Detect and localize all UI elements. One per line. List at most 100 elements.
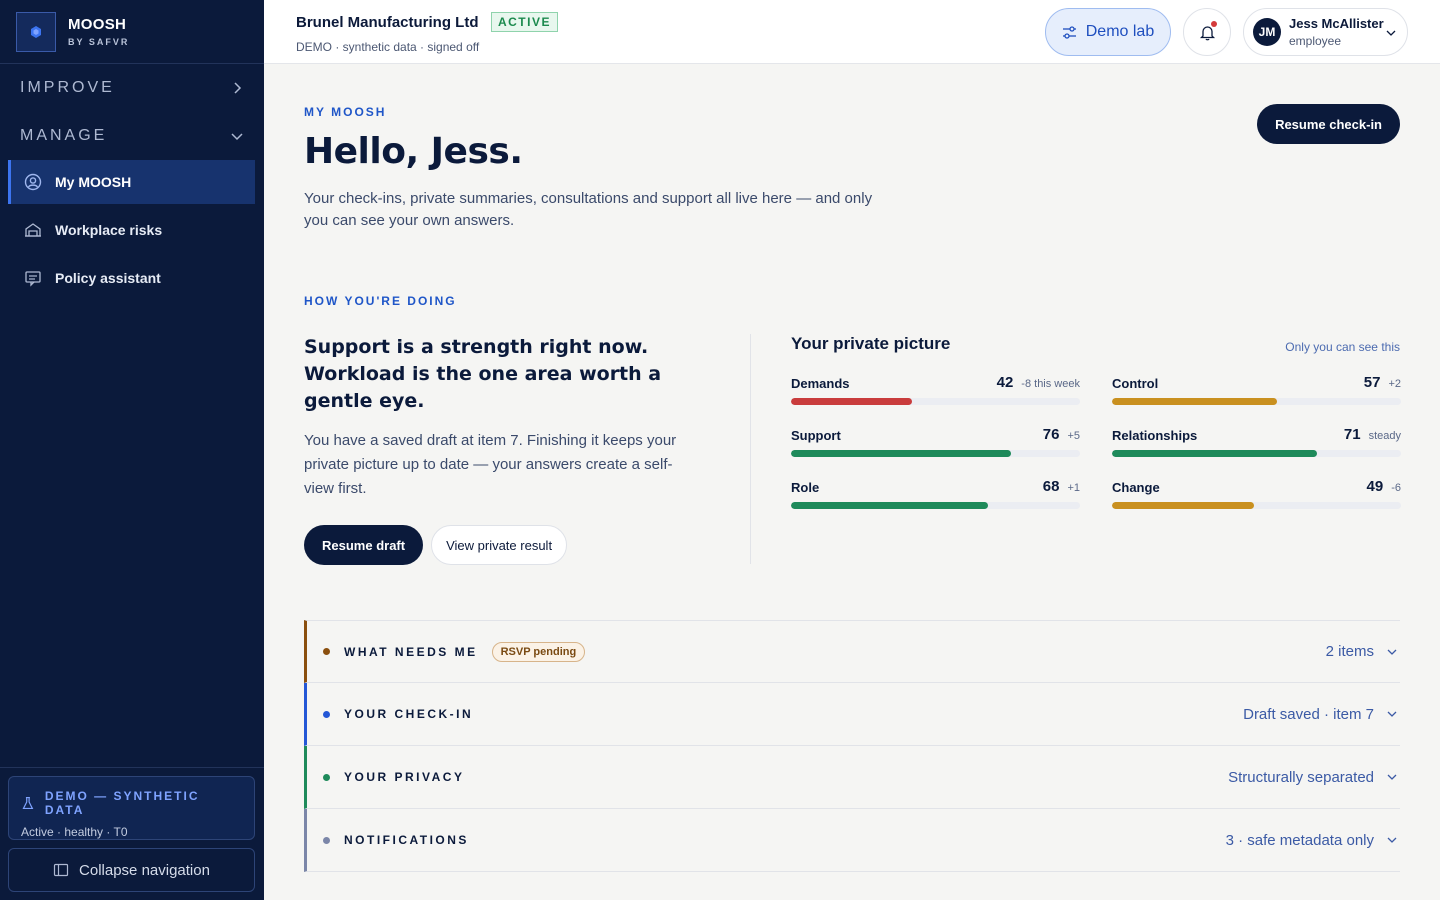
accordion-your-privacy[interactable]: YOUR PRIVACY Structurally separated — [304, 746, 1400, 809]
metric-support: Support 76 +5 — [791, 426, 1080, 458]
metric-score: 68 — [1042, 478, 1060, 495]
main-content: MY MOOSH Hello, Jess. Your check-ins, pr… — [304, 64, 1401, 872]
accordion-title: NOTIFICATIONS — [344, 833, 469, 847]
metric-demands: Demands 42 -8 this week — [791, 374, 1080, 406]
accordion-what-needs-me[interactable]: WHAT NEEDS ME RSVP pending 2 items — [304, 620, 1400, 683]
private-picture-note: Only you can see this — [1285, 340, 1400, 354]
demo-status-box[interactable]: DEMO — SYNTHETIC DATA Active · healthy ·… — [8, 776, 255, 840]
brand[interactable]: MOOSH BY SAFVR — [0, 0, 264, 64]
rsvp-pending-badge: RSVP pending — [491, 641, 586, 662]
metric-bar-fill — [791, 398, 913, 405]
accordion-title: WHAT NEEDS ME — [344, 644, 478, 659]
metric-delta: +5 — [1067, 430, 1080, 442]
view-private-result-button[interactable]: View private result — [431, 525, 568, 565]
chat-icon — [24, 269, 42, 287]
sidebar-footer: DEMO — SYNTHETIC DATA Active · healthy ·… — [0, 767, 264, 900]
metric-bar-track — [791, 398, 1080, 405]
accordion-title: YOUR PRIVACY — [344, 770, 465, 784]
section-eyebrow: HOW YOU'RE DOING — [304, 294, 457, 308]
user-menu[interactable]: JM Jess McAllister employee — [1243, 8, 1408, 56]
demo-lab-label: Demo lab — [1085, 23, 1155, 40]
divider — [750, 334, 751, 564]
metric-score: 57 — [1363, 374, 1381, 391]
accordion-meta: Structurally separated — [1228, 768, 1374, 786]
metric-label: Role — [791, 480, 820, 495]
section-improve[interactable]: IMPROVE — [0, 64, 264, 112]
metric-label: Change — [1112, 480, 1160, 495]
how-youre-doing-section: HOW YOU'RE DOING Support is a strength r… — [304, 294, 1401, 565]
chevron-down-icon — [231, 133, 243, 141]
sliders-icon — [1062, 25, 1076, 39]
user-circle-icon — [24, 173, 42, 191]
section-manage[interactable]: MANAGE — [0, 112, 264, 160]
accordion-meta: Draft saved · item 7 — [1243, 705, 1374, 723]
metric-score: 42 — [996, 374, 1014, 391]
flask-icon — [22, 796, 34, 810]
page-eyebrow: MY MOOSH — [304, 105, 387, 119]
accordion-list: WHAT NEEDS ME RSVP pending 2 items YOUR CHE… — [304, 620, 1400, 872]
metric-bar-fill — [791, 502, 988, 509]
demo-lab-button[interactable]: Demo lab — [1045, 8, 1171, 56]
resume-checkin-button[interactable]: Resume check-in — [1257, 104, 1400, 144]
demo-subtitle: Active · healthy · T0 — [21, 825, 128, 839]
metric-bar-fill — [791, 450, 1011, 457]
chevron-down-icon — [1387, 774, 1397, 780]
brand-name: MOOSH — [68, 16, 127, 33]
section-manage-label: MANAGE — [20, 127, 108, 144]
metric-delta: +1 — [1067, 482, 1080, 494]
org-subtitle: DEMO · synthetic data · signed off — [296, 40, 480, 54]
metric-label: Support — [791, 428, 841, 443]
metric-label: Relationships — [1112, 428, 1198, 443]
sidebar-item-label: Workplace risks — [55, 222, 163, 238]
metric-relationships: Relationships 71 steady — [1112, 426, 1401, 458]
collapse-navigation-button[interactable]: Collapse navigation — [8, 848, 255, 892]
sidebar-item-workplace-risks[interactable]: Workplace risks — [8, 208, 255, 252]
warehouse-icon — [24, 221, 42, 239]
notifications-button[interactable] — [1183, 8, 1231, 56]
page-intro: Your check-ins, private summaries, consu… — [304, 190, 873, 229]
sidebar-item-my-moosh[interactable]: My MOOSH — [8, 160, 255, 204]
resume-draft-button[interactable]: Resume draft — [304, 525, 424, 565]
accordion-notifications[interactable]: NOTIFICATIONS 3 · safe metadata only — [304, 809, 1400, 872]
accordion-your-check-in[interactable]: YOUR CHECK-IN Draft saved · item 7 — [304, 683, 1400, 746]
status-dot — [323, 648, 330, 655]
sidebar-item-policy-assistant[interactable]: Policy assistant — [8, 256, 255, 300]
sidebar-item-label: Policy assistant — [55, 270, 161, 286]
org-name: Brunel Manufacturing Ltd — [296, 13, 479, 31]
metric-bar-track — [791, 450, 1080, 457]
metric-control: Control 57 +2 — [1112, 374, 1401, 406]
chevron-down-icon — [1386, 30, 1396, 36]
metric-label: Control — [1112, 376, 1159, 391]
user-role: employee — [1289, 34, 1342, 48]
metric-bar-track — [1112, 450, 1401, 457]
user-name: Jess McAllister — [1289, 16, 1384, 31]
metric-role: Role 68 +1 — [791, 478, 1080, 510]
sidebar-item-label: My MOOSH — [55, 174, 132, 190]
brand-logo-icon — [16, 11, 56, 52]
metric-delta: -6 — [1391, 482, 1401, 494]
accordion-title: YOUR CHECK-IN — [344, 707, 474, 721]
metrics-grid: Demands 42 -8 this week Control 57 +2 Support 7… — [791, 374, 1401, 510]
metric-bar-track — [1112, 502, 1401, 509]
metric-label: Demands — [791, 376, 850, 391]
metric-score: 49 — [1366, 478, 1384, 495]
metric-change: Change 49 -6 — [1112, 478, 1401, 510]
collapse-navigation-label: Collapse navigation — [79, 861, 210, 879]
status-dot — [323, 710, 330, 718]
metric-score: 71 — [1343, 426, 1361, 443]
doing-summary: Support is a strength right now. Workloa… — [304, 334, 734, 565]
metric-bar-fill — [1112, 398, 1277, 405]
page-title: Hello, Jess. — [304, 131, 523, 172]
private-picture: Your private picture Only you can see th… — [791, 334, 1401, 510]
metric-delta: +2 — [1388, 378, 1401, 390]
metric-score: 76 — [1042, 426, 1060, 443]
topbar: Brunel Manufacturing Ltd ACTIVE DEMO · s… — [264, 0, 1440, 64]
chevron-down-icon — [1387, 711, 1397, 717]
brand-subtitle: BY SAFVR — [68, 37, 130, 47]
notification-dot — [1211, 21, 1217, 27]
demo-title: DEMO — SYNTHETIC DATA — [44, 789, 200, 817]
accordion-meta: 2 items — [1325, 643, 1374, 660]
sidebar: MOOSH BY SAFVR IMPROVE MANAGE My MOOSH W… — [0, 0, 264, 900]
org-info: Brunel Manufacturing Ltd ACTIVE DEMO · s… — [296, 12, 558, 54]
status-dot — [323, 773, 330, 781]
